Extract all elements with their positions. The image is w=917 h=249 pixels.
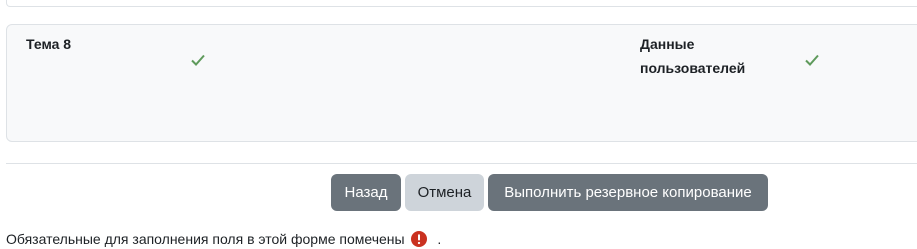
- required-fields-note: Обязательные для заполнения поля в этой …: [6, 229, 441, 249]
- setting-label-user-data: Данные пользователей: [640, 36, 746, 76]
- cancel-button[interactable]: Отмена: [405, 174, 484, 211]
- divider: [6, 163, 917, 164]
- required-note-suffix: .: [437, 231, 442, 247]
- back-button[interactable]: Назад: [331, 174, 401, 211]
- setting-label-theme: Тема 8: [26, 36, 72, 52]
- check-icon: [805, 54, 819, 66]
- exclamation-circle-icon: [411, 231, 428, 247]
- perform-backup-button[interactable]: Выполнить резервное копирование: [488, 174, 768, 211]
- required-note-text: Обязательные для заполнения поля в этой …: [6, 231, 405, 247]
- check-icon: [191, 54, 205, 66]
- backup-settings-section: [6, 24, 917, 142]
- previous-section-box: [6, 0, 917, 7]
